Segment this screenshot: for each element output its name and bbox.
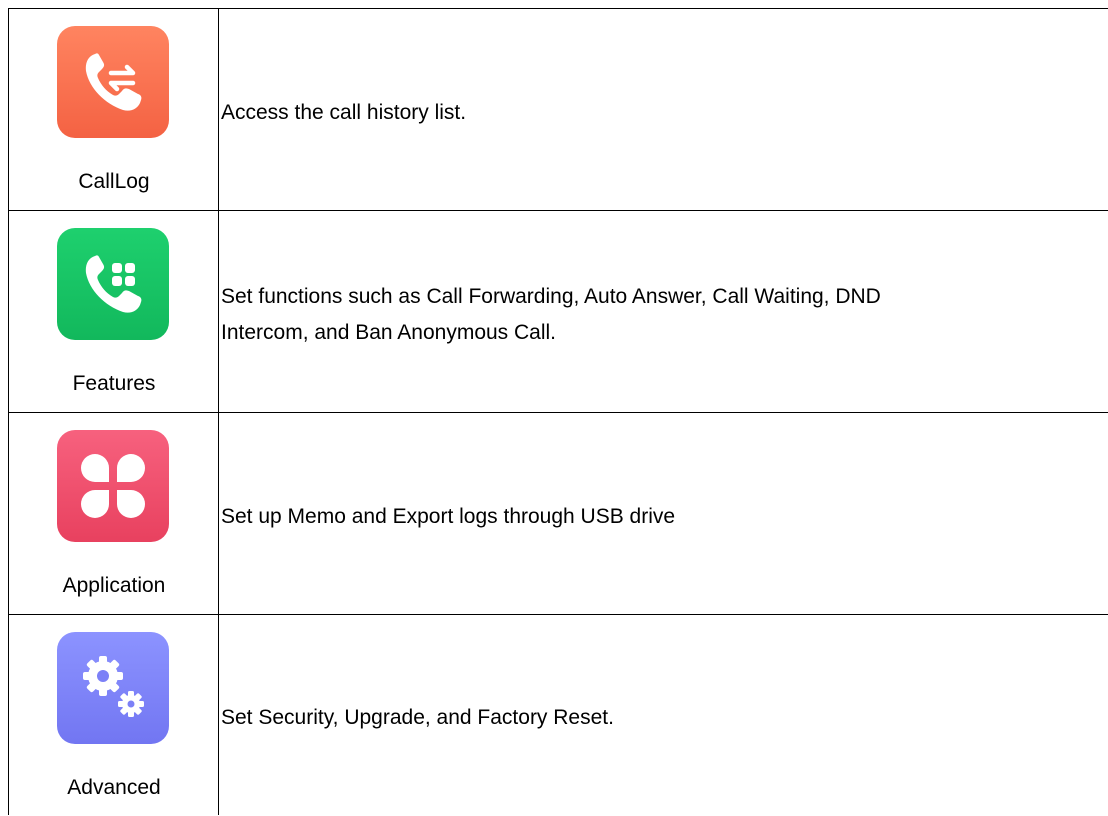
description: Set Security, Upgrade, and Factory Reset… <box>221 706 614 729</box>
icon-cell: Features <box>9 211 219 412</box>
icon-label: Advanced <box>67 776 161 799</box>
icon-cell: Application <box>9 413 219 614</box>
advanced-icon[interactable] <box>57 632 169 744</box>
menu-row-features: Features Set functions such as Call Forw… <box>9 211 1108 413</box>
icon-label: Features <box>72 372 156 395</box>
description: Set up Memo and Export logs through USB … <box>221 504 676 528</box>
features-icon[interactable] <box>57 228 169 340</box>
call-log-icon[interactable] <box>57 26 169 138</box>
menu-row-calllog: CallLog Access the call history list. <box>9 9 1108 211</box>
menu-table: CallLog Access the call history list. Fe… <box>8 8 1108 815</box>
icon-label: Application <box>62 574 166 597</box>
menu-row-advanced: Advanced Set Security, Upgrade, and Fact… <box>9 615 1108 815</box>
menu-row-application: Application Set up Memo and Export logs … <box>9 413 1108 615</box>
application-icon[interactable] <box>57 430 169 542</box>
icon-cell: CallLog <box>9 9 219 210</box>
icon-cell: Advanced <box>9 615 219 815</box>
description: Set functions such as Call Forwarding, A… <box>221 284 881 344</box>
icon-label: CallLog <box>78 170 150 193</box>
description: Access the call history list. <box>221 100 467 124</box>
